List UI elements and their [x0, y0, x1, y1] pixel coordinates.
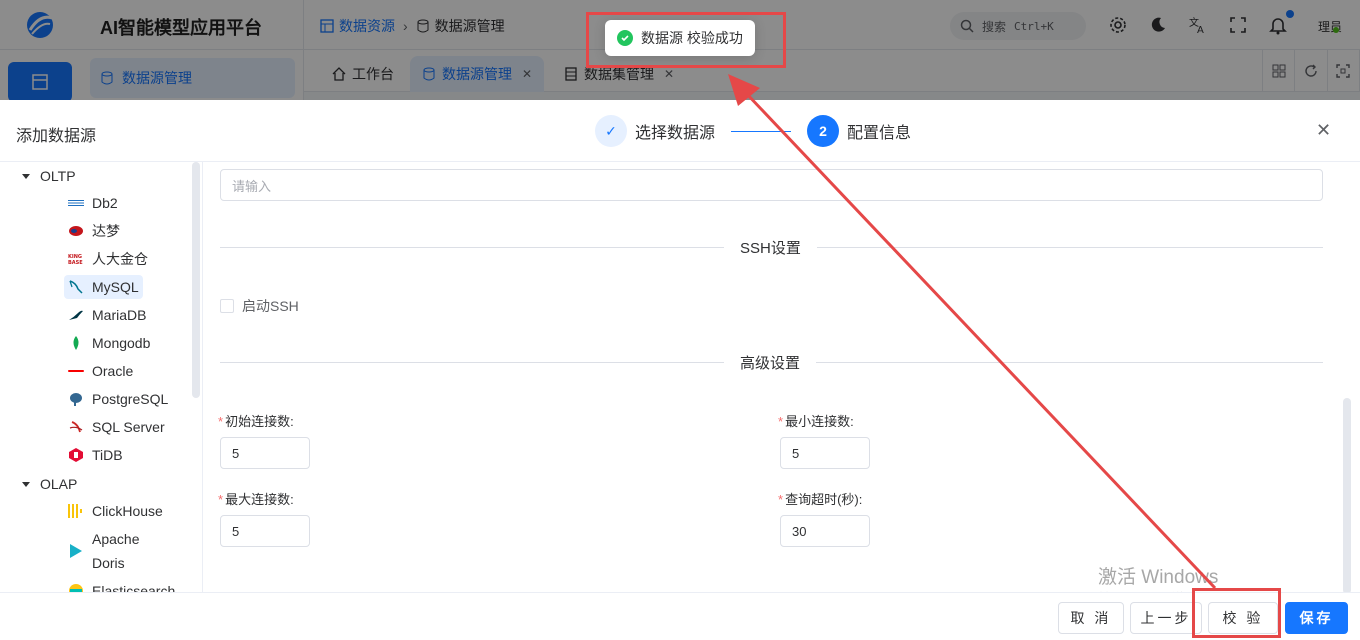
tree-item-label: Db2 [92, 195, 118, 211]
postgresql-elephant-icon [68, 391, 84, 407]
caret-down-icon [22, 173, 30, 179]
svg-text:BASE: BASE [68, 260, 83, 265]
tree-item-mariadb[interactable]: MariaDB [64, 303, 150, 327]
field-label-text: 查询超时(秒): [785, 492, 863, 507]
step-2-label: 配置信息 [847, 125, 912, 142]
annotation-box-toast [586, 12, 786, 68]
tree-item-label: Apache Doris [92, 531, 140, 571]
step-connector [731, 130, 792, 132]
tree-item-sqlserver[interactable]: SQL Server [64, 415, 169, 439]
dialog-title: 添加数据源 [16, 128, 97, 145]
enable-ssh-label: 启动SSH [242, 298, 299, 314]
tree-item-label: 人大金仓 [92, 251, 148, 267]
tree-item-oracle[interactable]: Oracle [64, 359, 137, 383]
tree-item-label: 达梦 [92, 223, 120, 239]
dialog-footer: 取 消 上一步 校 验 保存 [0, 592, 1360, 640]
tree-item-dameng[interactable]: 达梦 [64, 219, 124, 243]
ssh-section-title: SSH设置 [724, 237, 817, 258]
dialog-header: 添加数据源 ✓ 选择数据源 2 配置信息 ✕ [0, 100, 1360, 162]
tree-item-label: MySQL [92, 279, 139, 295]
min-conn-label: * 最小连接数: [778, 411, 854, 430]
max-conn-input[interactable]: 5 [220, 515, 310, 547]
cancel-button[interactable]: 取 消 [1058, 602, 1124, 634]
kingbase-icon: KING BASE [68, 251, 84, 267]
tree-item-label: SQL Server [92, 419, 165, 435]
text-input[interactable]: 请输入 [220, 169, 1323, 201]
tree-item-label: Mongodb [92, 335, 151, 351]
mysql-dolphin-icon [68, 279, 84, 295]
field-label-text: 初始连接数: [225, 414, 294, 429]
tree-item-mongodb[interactable]: Mongodb [64, 331, 154, 355]
required-mark: * [778, 492, 784, 507]
tree-scrollbar[interactable] [192, 162, 200, 398]
caret-down-icon [22, 481, 30, 487]
tree-item-postgresql[interactable]: PostgreSQL [64, 387, 172, 411]
required-mark: * [218, 492, 224, 507]
enable-ssh-row[interactable]: 启动SSH [220, 296, 299, 316]
annotation-box-validate [1192, 588, 1281, 638]
elasticsearch-icon [68, 583, 84, 592]
tree-item-label: MariaDB [92, 307, 147, 323]
steps: ✓ 选择数据源 2 配置信息 [595, 115, 911, 147]
query-timeout-input[interactable]: 30 [780, 515, 870, 547]
tree-item-mysql[interactable]: MySQL [64, 275, 143, 299]
datasource-tree: OLTP Db2 达梦 KING BASE 人大金仓 MySQL MariaDB … [0, 162, 203, 592]
advanced-section-title: 高级设置 [724, 352, 817, 373]
tree-item-elasticsearch[interactable]: Elasticsearch [64, 579, 179, 592]
tree-item-doris[interactable]: Apache Doris [64, 527, 148, 575]
tree-item-label: TiDB [92, 447, 123, 463]
tree-group-oltp[interactable]: OLTP [22, 168, 76, 184]
tree-item-label: ClickHouse [92, 503, 163, 519]
oracle-icon [68, 363, 84, 379]
step-2-circle: 2 [807, 115, 840, 147]
enable-ssh-checkbox[interactable] [220, 299, 234, 313]
apache-doris-icon [68, 543, 84, 559]
tree-item-label: Elasticsearch [92, 583, 176, 592]
tree-group-olap[interactable]: OLAP [22, 476, 77, 492]
close-icon[interactable]: ✕ [1316, 120, 1331, 141]
mariadb-seal-icon [68, 307, 84, 323]
init-conn-label: * 初始连接数: [218, 411, 294, 430]
config-form: 请输入 SSH设置 启动SSH 高级设置 * 初始连接数: 5 * 最小连接数: 5… [203, 162, 1360, 592]
tidb-icon [68, 447, 84, 463]
tree-group-label: OLTP [40, 168, 76, 184]
sqlserver-icon [68, 419, 84, 435]
init-conn-input[interactable]: 5 [220, 437, 310, 469]
required-mark: * [778, 414, 784, 429]
tree-item-db2[interactable]: Db2 [64, 191, 122, 215]
required-mark: * [218, 414, 224, 429]
query-timeout-label: * 查询超时(秒): [778, 489, 862, 508]
windows-watermark-title: 激活 Windows [1098, 567, 1219, 588]
tree-item-kingbase[interactable]: KING BASE 人大金仓 [64, 247, 152, 271]
ibm-db2-icon [68, 195, 84, 211]
dameng-icon [68, 223, 84, 239]
save-button[interactable]: 保存 [1285, 602, 1348, 634]
step-1-circle: ✓ [595, 115, 627, 147]
tree-item-clickhouse[interactable]: ClickHouse [64, 499, 167, 523]
field-label-text: 最小连接数: [785, 414, 854, 429]
field-label-text: 最大连接数: [225, 492, 294, 507]
clickhouse-icon [68, 503, 84, 519]
tree-item-tidb[interactable]: TiDB [64, 443, 127, 467]
max-conn-label: * 最大连接数: [218, 489, 294, 508]
form-scrollbar[interactable] [1343, 398, 1351, 592]
mongodb-leaf-icon [68, 335, 84, 351]
tree-group-label: OLAP [40, 476, 78, 492]
min-conn-input[interactable]: 5 [780, 437, 870, 469]
tree-item-label: PostgreSQL [92, 391, 169, 407]
tree-item-label: Oracle [92, 363, 134, 379]
add-datasource-dialog: 添加数据源 ✓ 选择数据源 2 配置信息 ✕ OLTP Db2 达梦 KING B… [0, 100, 1360, 640]
step-1-label: 选择数据源 [635, 125, 716, 142]
